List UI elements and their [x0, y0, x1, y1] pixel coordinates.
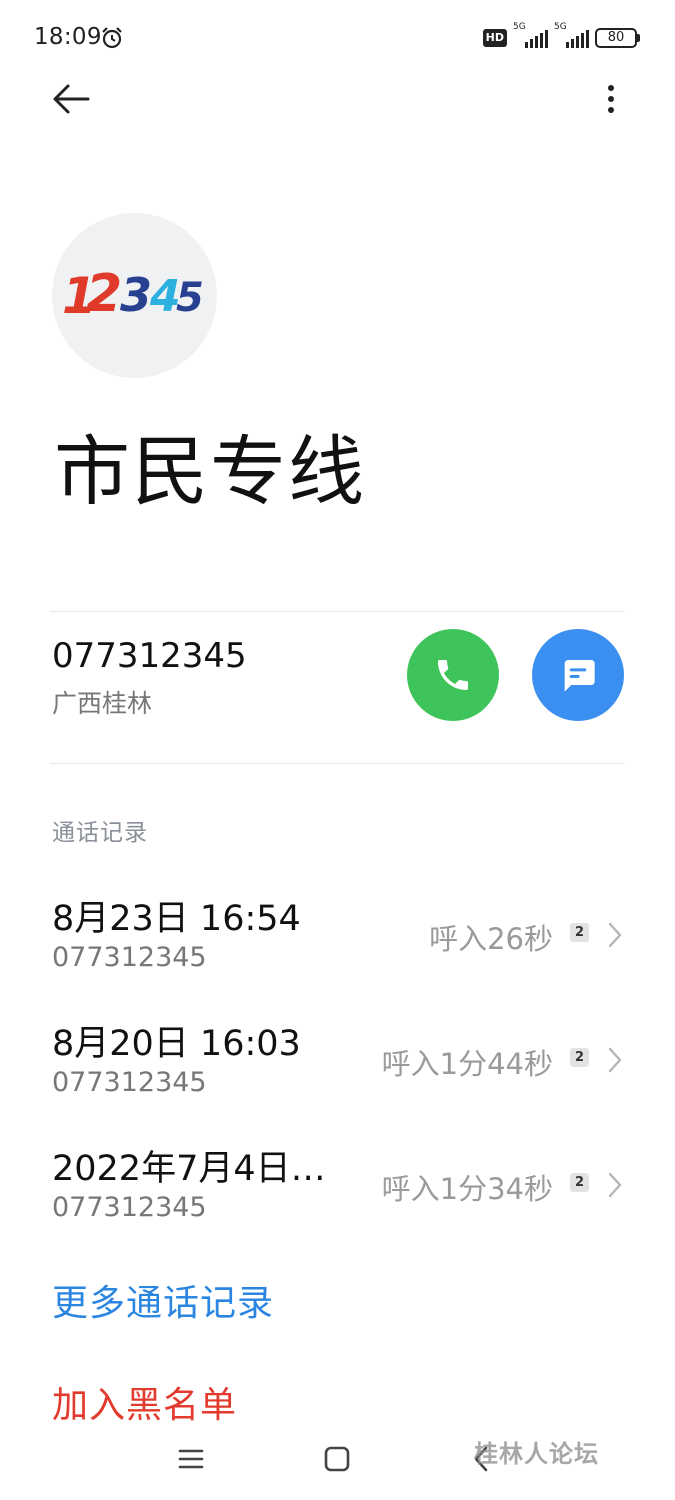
call-log-detail: 呼入1分44秒 — [381, 1047, 553, 1081]
chevron-right-icon — [608, 1172, 622, 1198]
status-indicators: HD 5G 5G 80 — [482, 22, 640, 48]
call-log-date: 8月23日 16:54 — [52, 899, 301, 939]
hd-voice-icon: HD — [482, 29, 507, 47]
call-log-title: 通话记录 — [52, 820, 148, 846]
call-log-detail: 呼入1分34秒 — [381, 1172, 553, 1206]
contact-avatar: 1 2 3 4 5 — [52, 213, 217, 378]
svg-text:5: 5 — [176, 275, 204, 321]
home-icon[interactable] — [324, 1446, 350, 1472]
chevron-right-icon — [608, 922, 622, 948]
divider — [50, 763, 625, 764]
call-log-row[interactable]: 8月20日 16:03 077312345 呼入1分44秒 2 — [0, 1015, 675, 1125]
12345-logo-icon: 1 2 3 4 5 — [62, 264, 204, 325]
call-log-number: 077312345 — [52, 942, 207, 973]
network-type-label: 5G — [554, 22, 567, 32]
signal-icon-sim1: 5G — [513, 22, 548, 48]
sim-2-icon: 2 — [570, 923, 589, 942]
contact-name: 市民专线 — [54, 427, 366, 516]
call-log-date: 8月20日 16:03 — [52, 1024, 301, 1064]
sim-2-icon: 2 — [570, 1048, 589, 1067]
message-button[interactable] — [532, 629, 624, 721]
status-time: 18:09 — [34, 24, 102, 50]
call-log-date: 2022年7月4日… — [52, 1149, 326, 1189]
call-log-row[interactable]: 2022年7月4日… 077312345 呼入1分34秒 2 — [0, 1140, 675, 1250]
phone-region: 广西桂林 — [52, 689, 153, 718]
call-button[interactable] — [407, 629, 499, 721]
alarm-icon — [102, 27, 122, 49]
message-icon — [564, 660, 595, 692]
call-log-number: 077312345 — [52, 1192, 207, 1223]
more-call-logs-link[interactable]: 更多通话记录 — [52, 1274, 274, 1326]
chevron-right-icon — [608, 1047, 622, 1073]
call-log-number: 077312345 — [52, 1067, 207, 1098]
more-options-icon[interactable] — [600, 80, 622, 118]
svg-text:2: 2 — [86, 264, 122, 324]
network-type-label: 5G — [513, 22, 526, 32]
phone-icon — [438, 660, 468, 690]
phone-number[interactable]: 077312345 — [52, 636, 247, 676]
recent-apps-icon[interactable] — [178, 1448, 204, 1470]
svg-text:3: 3 — [120, 268, 152, 322]
call-log-detail: 呼入26秒 — [429, 922, 553, 956]
battery-icon: 80 — [595, 28, 640, 48]
signal-icon-sim2: 5G — [554, 22, 589, 48]
call-log-row[interactable]: 8月23日 16:54 077312345 呼入26秒 2 — [0, 890, 675, 1000]
divider — [50, 611, 625, 612]
sim-2-icon: 2 — [570, 1173, 589, 1192]
back-arrow-icon[interactable] — [50, 80, 92, 118]
forum-watermark: 桂林人论坛 — [474, 1440, 599, 1468]
block-contact-button[interactable]: 加入黑名单 — [52, 1376, 237, 1428]
